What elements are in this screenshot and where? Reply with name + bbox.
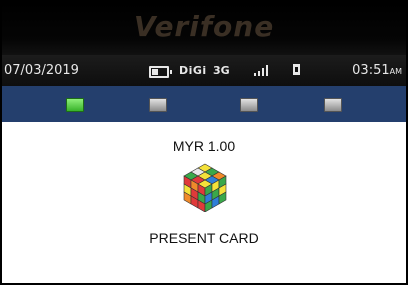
menu-key-1[interactable] bbox=[66, 98, 84, 112]
terminal-screen: Verifone 07/03/2019 DiGi 3G 03:51AM MYR … bbox=[0, 0, 408, 285]
menu-key-4[interactable] bbox=[324, 98, 342, 112]
brand-logo: Verifone bbox=[133, 10, 275, 43]
network-type: 3G bbox=[213, 64, 230, 77]
transaction-panel: MYR 1.00 PRESENT CARD bbox=[2, 122, 406, 283]
signal-icon bbox=[254, 64, 270, 76]
menu-key-2[interactable] bbox=[149, 98, 167, 112]
carrier-name: DiGi bbox=[179, 64, 207, 77]
battery-icon bbox=[149, 66, 172, 78]
present-card-prompt: PRESENT CARD bbox=[149, 230, 259, 246]
status-time: 03:51AM bbox=[352, 63, 402, 78]
menu-key-3[interactable] bbox=[240, 98, 258, 112]
brand-header: Verifone bbox=[2, 2, 406, 55]
status-date: 07/03/2019 bbox=[4, 63, 79, 78]
rubiks-cube-icon bbox=[183, 163, 227, 212]
amount-label: MYR 1.00 bbox=[172, 138, 236, 154]
sim-icon bbox=[293, 64, 300, 75]
softkey-bar bbox=[2, 86, 406, 122]
status-time-suffix: AM bbox=[389, 67, 402, 76]
status-time-value: 03:51 bbox=[352, 63, 390, 78]
status-bar: 07/03/2019 DiGi 3G 03:51AM bbox=[2, 55, 406, 86]
